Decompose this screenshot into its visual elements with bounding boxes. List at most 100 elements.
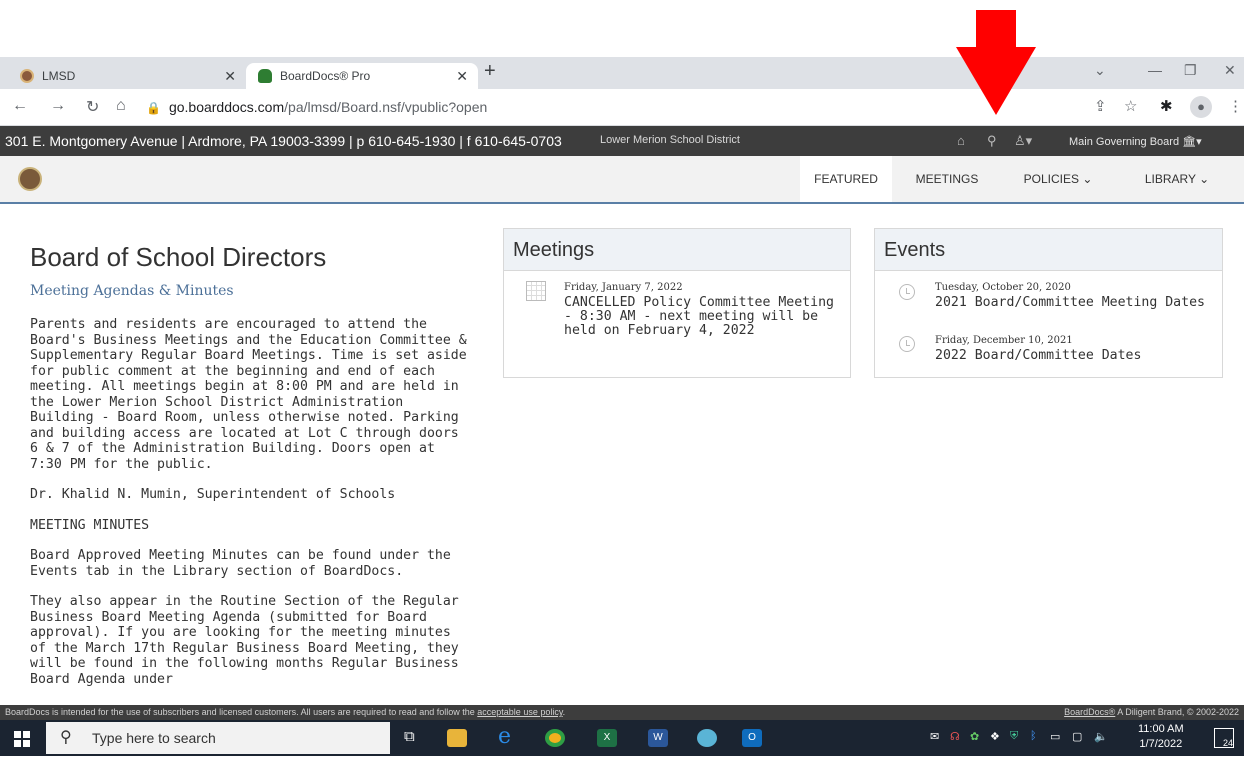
paragraph: Dr. Khalid N. Mumin, Superintendent of S…	[30, 487, 396, 502]
boarddocs-tree-icon	[258, 69, 272, 83]
bookmark-star-icon[interactable]: ☆	[1124, 97, 1137, 115]
calendar-icon	[526, 281, 546, 301]
footer-notice-text: BoardDocs is intended for the use of sub…	[5, 707, 475, 717]
url-host: go.boarddocs.com	[168, 99, 285, 115]
clock-icon	[899, 336, 915, 352]
share-icon[interactable]: ⇪	[1094, 97, 1107, 115]
close-icon[interactable]: ✕	[224, 68, 236, 85]
event-item[interactable]: Friday, December 10, 2021 2022 Board/Com…	[935, 335, 1220, 363]
taskbar-search-input[interactable]: ⚲ Type here to search	[46, 722, 390, 754]
file-explorer-icon[interactable]	[447, 729, 467, 747]
clock-icon	[899, 284, 915, 300]
nav-library-label: LIBRARY	[1144, 172, 1196, 186]
red-arrow-annotation	[976, 10, 1016, 48]
red-arrow-head	[956, 47, 1036, 115]
task-view-icon[interactable]: ⧉	[404, 728, 415, 745]
restore-icon[interactable]: ❐	[1184, 62, 1197, 79]
event-title[interactable]: 2022 Board/Committee Dates	[935, 349, 1220, 363]
nav-policies[interactable]: POLICIES ⌄	[1008, 156, 1108, 202]
main-navigation: FEATURED MEETINGS POLICIES ⌄ LIBRARY ⌄	[0, 156, 1244, 204]
events-panel: Events Tuesday, October 20, 2020 2021 Bo…	[874, 228, 1223, 378]
nav-library[interactable]: LIBRARY ⌄	[1124, 156, 1230, 202]
site-info-bar: 301 E. Montgomery Avenue | Ardmore, PA 1…	[0, 126, 1244, 156]
address-bar-row: ← → ↻ ⌂ 🔒 go.boarddocs.com/pa/lmsd/Board.…	[0, 89, 1244, 126]
user-account-icon[interactable]: ♙▾	[1014, 133, 1032, 149]
meeting-item[interactable]: Friday, January 7, 2022 CANCELLED Policy…	[564, 282, 846, 338]
windows-taskbar: ⚲ Type here to search ⧉ e X W O ✉ ☊ ✿ ❖ …	[0, 720, 1244, 756]
notification-count: 24	[1222, 738, 1233, 748]
outlook-icon[interactable]: O	[742, 729, 762, 747]
clock-date: 1/7/2022	[1139, 738, 1183, 750]
nav-policies-label: POLICIES	[1023, 172, 1079, 186]
start-icon-pane	[23, 731, 30, 738]
tab-boarddocs[interactable]: BoardDocs® Pro ✕	[246, 63, 478, 89]
tab-label: LMSD	[42, 69, 76, 83]
browser-menu-icon[interactable]: ⋮	[1228, 97, 1243, 115]
acceptable-use-link[interactable]: acceptable use policy	[477, 707, 562, 717]
bluetooth-icon[interactable]: ᛒ	[1030, 730, 1037, 742]
footer-notice-end: .	[562, 707, 566, 717]
start-icon-pane	[14, 731, 21, 738]
app-globe-icon[interactable]	[697, 729, 717, 747]
tray-app2-icon[interactable]: ❖	[990, 730, 1000, 743]
home-icon[interactable]: ⌂	[957, 133, 965, 148]
tab-search-chevron-icon[interactable]: ⌄	[1094, 62, 1106, 79]
search-icon[interactable]: ⚲	[987, 133, 997, 149]
start-icon-pane	[23, 740, 30, 747]
meetings-panel: Meetings Friday, January 7, 2022 CANCELL…	[503, 228, 851, 378]
forward-arrow-icon[interactable]: →	[50, 97, 66, 115]
system-clock[interactable]: 11:00 AM 1/7/2022	[1138, 722, 1184, 752]
nav-meetings[interactable]: MEETINGS	[902, 156, 992, 202]
intro-text: Parents and residents are encouraged to …	[30, 317, 470, 702]
network-icon[interactable]: ▢	[1072, 730, 1082, 743]
back-arrow-icon[interactable]: ←	[12, 97, 28, 115]
profile-avatar-icon[interactable]: ●	[1190, 96, 1212, 118]
district-seal-logo[interactable]	[18, 167, 42, 191]
paragraph: Parents and residents are encouraged to …	[30, 317, 467, 472]
notifications-icon[interactable]: 24	[1214, 728, 1234, 748]
volume-icon[interactable]: 🔈	[1094, 730, 1108, 743]
district-name: Lower Merion School District	[600, 134, 740, 146]
extensions-puzzle-icon[interactable]: ✱	[1160, 97, 1173, 115]
event-item[interactable]: Tuesday, October 20, 2020 2021 Board/Com…	[935, 282, 1220, 310]
tray-headset-icon[interactable]: ☊	[950, 730, 960, 743]
close-icon[interactable]: ✕	[456, 68, 468, 85]
minimize-icon[interactable]: —	[1148, 62, 1162, 78]
boarddocs-link[interactable]: BoardDocs®	[1064, 707, 1115, 717]
tab-lmsd[interactable]: LMSD ✕	[8, 63, 246, 89]
url-field[interactable]: 🔒 go.boarddocs.com/pa/lmsd/Board.nsf/vpub…	[146, 99, 487, 115]
browser-tab-strip: LMSD ✕ BoardDocs® Pro ✕	[0, 57, 1244, 89]
nav-featured[interactable]: FEATURED	[800, 156, 892, 202]
page-title: Board of School Directors	[30, 242, 327, 272]
board-selector-label: Main Governing Board	[1069, 136, 1180, 148]
district-address: 301 E. Montgomery Avenue | Ardmore, PA 1…	[5, 133, 562, 149]
clock-time: 11:00 AM	[1138, 723, 1184, 735]
footer-brand: BoardDocs® A Diligent Brand, © 2002-2022	[1064, 705, 1239, 720]
excel-icon[interactable]: X	[597, 729, 617, 747]
meeting-title[interactable]: CANCELLED Policy Committee Meeting - 8:3…	[564, 296, 846, 338]
paragraph: Board Approved Meeting Minutes can be fo…	[30, 548, 451, 579]
lmsd-favicon-icon	[20, 69, 34, 83]
meeting-date: Friday, January 7, 2022	[564, 282, 683, 293]
chrome-icon[interactable]	[545, 729, 565, 747]
window-close-icon[interactable]: ✕	[1224, 62, 1236, 79]
edge-browser-icon[interactable]: e	[498, 724, 518, 749]
event-title[interactable]: 2021 Board/Committee Meeting Dates	[935, 296, 1220, 310]
events-panel-heading: Events	[875, 229, 1222, 271]
reload-icon[interactable]: ↻	[86, 97, 99, 117]
board-selector[interactable]: Main Governing Board 🏛▾	[1069, 135, 1202, 148]
tray-app-icon[interactable]: ✿	[970, 730, 979, 743]
blank-area	[0, 0, 1244, 57]
event-date: Friday, December 10, 2021	[935, 335, 1073, 346]
meetings-panel-heading: Meetings	[504, 229, 850, 271]
word-icon[interactable]: W	[648, 729, 668, 747]
tray-shield-icon[interactable]: ⛨	[1010, 730, 1018, 743]
windows-start-icon[interactable]	[14, 731, 30, 747]
battery-icon[interactable]: ▭	[1050, 730, 1060, 743]
new-tab-plus-icon[interactable]: +	[484, 60, 496, 83]
home-icon[interactable]: ⌂	[116, 97, 126, 115]
chevron-down-icon: ⌄	[1199, 172, 1210, 186]
tray-outlook-icon[interactable]: ✉	[930, 730, 939, 743]
paragraph: MEETING MINUTES	[30, 517, 150, 533]
footer-brand-text: A Diligent Brand, © 2002-2022	[1115, 707, 1239, 717]
